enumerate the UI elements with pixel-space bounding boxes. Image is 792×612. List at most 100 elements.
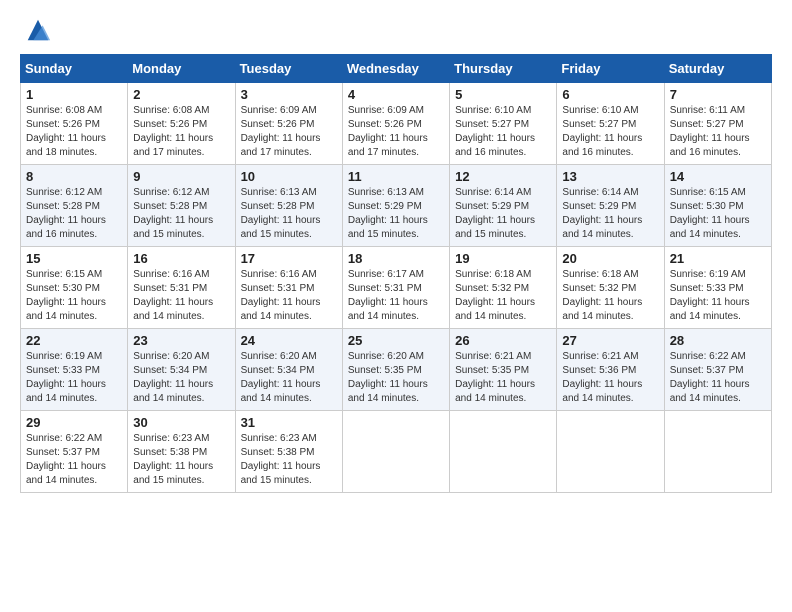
calendar-day-cell: 9 Sunrise: 6:12 AM Sunset: 5:28 PM Dayli… [128,165,235,247]
day-number: 25 [348,333,444,348]
day-number: 1 [26,87,122,102]
calendar-day-cell: 4 Sunrise: 6:09 AM Sunset: 5:26 PM Dayli… [342,83,449,165]
day-info: Sunrise: 6:18 AM Sunset: 5:32 PM Dayligh… [455,268,551,324]
calendar-day-cell: 21 Sunrise: 6:19 AM Sunset: 5:33 PM Dayl… [664,247,771,329]
logo-icon [24,16,52,44]
calendar-day-cell: 10 Sunrise: 6:13 AM Sunset: 5:28 PM Dayl… [235,165,342,247]
weekday-header: Wednesday [342,55,449,83]
day-number: 31 [241,415,337,430]
day-info: Sunrise: 6:11 AM Sunset: 5:27 PM Dayligh… [670,104,766,160]
calendar-day-cell: 24 Sunrise: 6:20 AM Sunset: 5:34 PM Dayl… [235,329,342,411]
day-info: Sunrise: 6:20 AM Sunset: 5:35 PM Dayligh… [348,350,444,406]
weekday-header: Thursday [450,55,557,83]
calendar-day-cell: 13 Sunrise: 6:14 AM Sunset: 5:29 PM Dayl… [557,165,664,247]
day-number: 16 [133,251,229,266]
calendar-table: SundayMondayTuesdayWednesdayThursdayFrid… [20,54,772,493]
day-info: Sunrise: 6:23 AM Sunset: 5:38 PM Dayligh… [133,432,229,488]
calendar-day-cell: 11 Sunrise: 6:13 AM Sunset: 5:29 PM Dayl… [342,165,449,247]
day-info: Sunrise: 6:21 AM Sunset: 5:36 PM Dayligh… [562,350,658,406]
day-info: Sunrise: 6:15 AM Sunset: 5:30 PM Dayligh… [670,186,766,242]
day-info: Sunrise: 6:17 AM Sunset: 5:31 PM Dayligh… [348,268,444,324]
calendar-day-cell: 23 Sunrise: 6:20 AM Sunset: 5:34 PM Dayl… [128,329,235,411]
calendar-week-row: 22 Sunrise: 6:19 AM Sunset: 5:33 PM Dayl… [21,329,772,411]
day-info: Sunrise: 6:21 AM Sunset: 5:35 PM Dayligh… [455,350,551,406]
day-number: 17 [241,251,337,266]
day-number: 3 [241,87,337,102]
day-info: Sunrise: 6:10 AM Sunset: 5:27 PM Dayligh… [562,104,658,160]
day-number: 15 [26,251,122,266]
day-number: 2 [133,87,229,102]
day-info: Sunrise: 6:15 AM Sunset: 5:30 PM Dayligh… [26,268,122,324]
day-info: Sunrise: 6:13 AM Sunset: 5:29 PM Dayligh… [348,186,444,242]
calendar-day-cell: 15 Sunrise: 6:15 AM Sunset: 5:30 PM Dayl… [21,247,128,329]
calendar-day-cell: 30 Sunrise: 6:23 AM Sunset: 5:38 PM Dayl… [128,411,235,493]
day-info: Sunrise: 6:16 AM Sunset: 5:31 PM Dayligh… [241,268,337,324]
calendar-day-cell: 25 Sunrise: 6:20 AM Sunset: 5:35 PM Dayl… [342,329,449,411]
day-number: 6 [562,87,658,102]
day-info: Sunrise: 6:08 AM Sunset: 5:26 PM Dayligh… [26,104,122,160]
weekday-header: Tuesday [235,55,342,83]
day-info: Sunrise: 6:16 AM Sunset: 5:31 PM Dayligh… [133,268,229,324]
day-info: Sunrise: 6:10 AM Sunset: 5:27 PM Dayligh… [455,104,551,160]
day-info: Sunrise: 6:14 AM Sunset: 5:29 PM Dayligh… [455,186,551,242]
day-number: 13 [562,169,658,184]
calendar-day-cell: 20 Sunrise: 6:18 AM Sunset: 5:32 PM Dayl… [557,247,664,329]
calendar-week-row: 8 Sunrise: 6:12 AM Sunset: 5:28 PM Dayli… [21,165,772,247]
day-info: Sunrise: 6:14 AM Sunset: 5:29 PM Dayligh… [562,186,658,242]
day-info: Sunrise: 6:08 AM Sunset: 5:26 PM Dayligh… [133,104,229,160]
day-info: Sunrise: 6:09 AM Sunset: 5:26 PM Dayligh… [241,104,337,160]
page: SundayMondayTuesdayWednesdayThursdayFrid… [0,0,792,612]
calendar-day-cell [664,411,771,493]
calendar-day-cell: 3 Sunrise: 6:09 AM Sunset: 5:26 PM Dayli… [235,83,342,165]
calendar-day-cell: 1 Sunrise: 6:08 AM Sunset: 5:26 PM Dayli… [21,83,128,165]
day-info: Sunrise: 6:18 AM Sunset: 5:32 PM Dayligh… [562,268,658,324]
calendar-week-row: 1 Sunrise: 6:08 AM Sunset: 5:26 PM Dayli… [21,83,772,165]
calendar-day-cell: 18 Sunrise: 6:17 AM Sunset: 5:31 PM Dayl… [342,247,449,329]
calendar-week-row: 29 Sunrise: 6:22 AM Sunset: 5:37 PM Dayl… [21,411,772,493]
day-number: 4 [348,87,444,102]
day-info: Sunrise: 6:09 AM Sunset: 5:26 PM Dayligh… [348,104,444,160]
calendar-day-cell: 16 Sunrise: 6:16 AM Sunset: 5:31 PM Dayl… [128,247,235,329]
day-info: Sunrise: 6:12 AM Sunset: 5:28 PM Dayligh… [26,186,122,242]
day-number: 8 [26,169,122,184]
calendar-day-cell: 2 Sunrise: 6:08 AM Sunset: 5:26 PM Dayli… [128,83,235,165]
weekday-header: Friday [557,55,664,83]
calendar-day-cell: 28 Sunrise: 6:22 AM Sunset: 5:37 PM Dayl… [664,329,771,411]
day-number: 19 [455,251,551,266]
header [20,16,772,44]
day-number: 18 [348,251,444,266]
calendar-day-cell: 22 Sunrise: 6:19 AM Sunset: 5:33 PM Dayl… [21,329,128,411]
calendar-day-cell [450,411,557,493]
calendar-header-row: SundayMondayTuesdayWednesdayThursdayFrid… [21,55,772,83]
day-info: Sunrise: 6:19 AM Sunset: 5:33 PM Dayligh… [670,268,766,324]
day-number: 14 [670,169,766,184]
day-info: Sunrise: 6:13 AM Sunset: 5:28 PM Dayligh… [241,186,337,242]
day-number: 24 [241,333,337,348]
day-info: Sunrise: 6:20 AM Sunset: 5:34 PM Dayligh… [133,350,229,406]
day-number: 26 [455,333,551,348]
day-info: Sunrise: 6:19 AM Sunset: 5:33 PM Dayligh… [26,350,122,406]
day-number: 10 [241,169,337,184]
day-number: 28 [670,333,766,348]
day-info: Sunrise: 6:22 AM Sunset: 5:37 PM Dayligh… [26,432,122,488]
calendar-day-cell: 12 Sunrise: 6:14 AM Sunset: 5:29 PM Dayl… [450,165,557,247]
calendar-day-cell [557,411,664,493]
day-number: 7 [670,87,766,102]
calendar-day-cell: 17 Sunrise: 6:16 AM Sunset: 5:31 PM Dayl… [235,247,342,329]
weekday-header: Saturday [664,55,771,83]
day-number: 12 [455,169,551,184]
calendar-day-cell: 7 Sunrise: 6:11 AM Sunset: 5:27 PM Dayli… [664,83,771,165]
day-number: 9 [133,169,229,184]
day-info: Sunrise: 6:12 AM Sunset: 5:28 PM Dayligh… [133,186,229,242]
calendar-day-cell: 31 Sunrise: 6:23 AM Sunset: 5:38 PM Dayl… [235,411,342,493]
day-number: 5 [455,87,551,102]
calendar-day-cell: 14 Sunrise: 6:15 AM Sunset: 5:30 PM Dayl… [664,165,771,247]
day-number: 27 [562,333,658,348]
logo [20,16,52,44]
day-number: 21 [670,251,766,266]
day-info: Sunrise: 6:23 AM Sunset: 5:38 PM Dayligh… [241,432,337,488]
day-number: 22 [26,333,122,348]
day-number: 23 [133,333,229,348]
day-info: Sunrise: 6:20 AM Sunset: 5:34 PM Dayligh… [241,350,337,406]
day-number: 29 [26,415,122,430]
